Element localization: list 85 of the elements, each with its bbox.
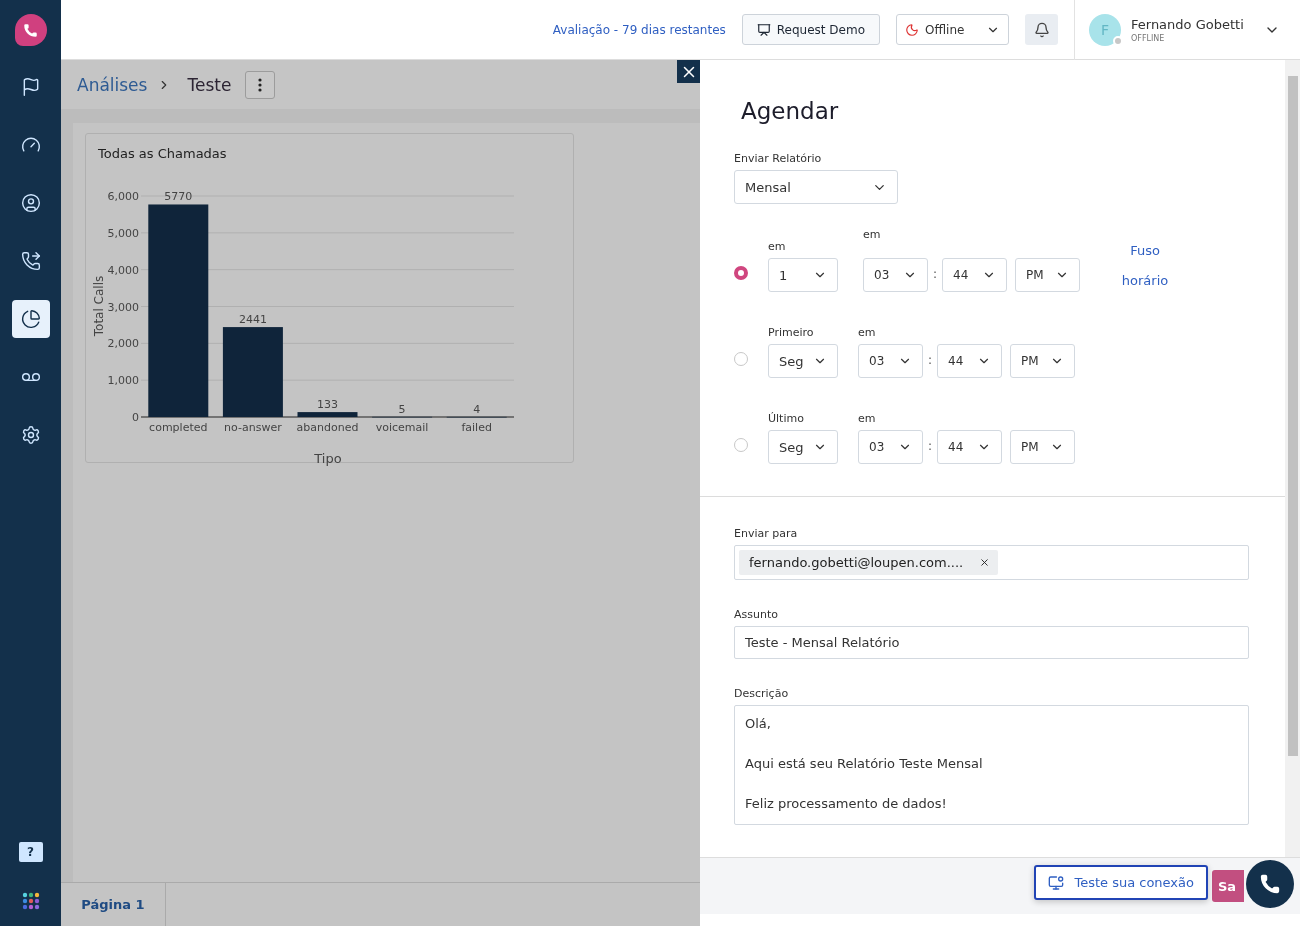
request-demo-button[interactable]: Request Demo (741, 14, 880, 45)
hour-select[interactable]: 03 (858, 344, 923, 378)
field-label: Enviar Relatório (734, 152, 823, 166)
monitor-icon (1048, 874, 1065, 891)
save-button[interactable]: Sa (1212, 870, 1244, 902)
axis-tick-label: 3,000 (107, 300, 139, 314)
moon-icon (905, 22, 919, 37)
data-label: 5770 (164, 190, 193, 204)
time-separator: : (926, 439, 933, 453)
avatar: F (1089, 13, 1121, 46)
bar (297, 412, 358, 417)
data-label: 2441 (238, 313, 267, 327)
category-label: no-answer (224, 421, 282, 434)
time-separator: : (931, 267, 938, 281)
presentation-icon (756, 22, 771, 37)
day-select[interactable]: Seg (768, 344, 838, 378)
category-label: completed (149, 421, 208, 434)
more-icon (258, 77, 263, 92)
field-label: Enviar para (734, 527, 799, 541)
ampm-select[interactable]: PM (1010, 344, 1075, 378)
user-icon (20, 193, 41, 213)
category-label: failed (461, 421, 492, 434)
panel-title: Agendar (741, 98, 840, 124)
data-label: 5 (398, 402, 406, 416)
phone-icon (1259, 873, 1281, 895)
axis-tick-label: 0 (132, 411, 139, 424)
hour-select[interactable]: 03 (858, 430, 923, 464)
connection-test-button[interactable]: Teste sua conexão (1034, 865, 1208, 900)
trial-link[interactable]: Avaliação - 79 dias restantes (552, 22, 726, 37)
pie-chart-icon-button[interactable] (11, 300, 50, 338)
radio-button[interactable] (734, 266, 748, 280)
logo-icon (14, 14, 47, 46)
bell-icon (1033, 21, 1050, 38)
ampm-select[interactable]: PM (1015, 258, 1080, 292)
remove-icon[interactable] (979, 557, 991, 568)
day-select[interactable]: Seg (768, 430, 838, 464)
user-status: OFFLINE (1131, 33, 1166, 43)
data-label: 4 (473, 402, 481, 416)
axis-tick-label: 6,000 (107, 190, 139, 203)
minute-select[interactable]: 44 (942, 258, 1007, 292)
ampm-select[interactable]: PM (1010, 430, 1075, 464)
minute-select[interactable]: 44 (937, 430, 1002, 464)
minute-select[interactable]: 44 (937, 344, 1002, 378)
axis-tick-label: 5,000 (107, 226, 139, 240)
timezone-link[interactable]: Fuso horário (1110, 236, 1180, 296)
field-label: em (858, 412, 877, 426)
field-label: em (858, 326, 877, 340)
settings-icon (20, 425, 41, 445)
field-label: Assunto (734, 608, 779, 622)
axis-title: Tipo (314, 451, 342, 466)
axis-title: Total Calls (92, 275, 106, 337)
hour-select[interactable]: 03 (863, 258, 928, 292)
email-chip: fernando.gobetti@loupen.com.... (739, 550, 999, 575)
user-name: Fernando Gobetti (1131, 16, 1245, 32)
report-frequency-select[interactable]: Mensal (734, 170, 898, 204)
field-label: em (863, 228, 882, 242)
apps-grid-icon[interactable] (21, 892, 40, 910)
field-label: Descrição (734, 687, 790, 701)
day-select[interactable]: 1 (768, 258, 838, 292)
field-label: em (768, 240, 787, 254)
notifications-button[interactable] (1025, 14, 1058, 45)
close-button[interactable] (677, 60, 700, 83)
help-button[interactable]: ? (18, 842, 43, 862)
data-label: 133 (317, 398, 338, 412)
breadcrumb-current[interactable]: Teste (187, 74, 232, 95)
axis-tick-label: 4,000 (107, 263, 139, 277)
pie-chart-icon (20, 309, 41, 329)
recipients-field[interactable]: fernando.gobetti@loupen.com.... (734, 545, 1249, 580)
field-label: Primeiro (768, 326, 815, 340)
category-label: abandoned (296, 421, 359, 434)
phone-list-icon (20, 251, 41, 271)
status-select[interactable]: Offline (896, 14, 1009, 45)
breadcrumb-link[interactable]: Análises (77, 74, 148, 95)
subject-field[interactable]: Teste - Mensal Relatório (734, 626, 1249, 659)
card-title: Todas as Chamadas (97, 145, 228, 163)
axis-tick-label: 2,000 (107, 337, 139, 351)
description-field[interactable]: Olá, Aqui está seu Relatório Teste Mensal Feliz processamento de dados! (734, 705, 1249, 825)
radio-button[interactable] (734, 438, 748, 452)
category-label: voicemail (375, 421, 429, 434)
page-tab[interactable]: Página 1 (61, 883, 166, 926)
time-separator: : (926, 353, 933, 367)
status-dot (1113, 35, 1123, 46)
radio-button[interactable] (734, 352, 748, 366)
field-label: Último (768, 412, 805, 426)
axis-tick-label: 1,000 (107, 374, 139, 388)
